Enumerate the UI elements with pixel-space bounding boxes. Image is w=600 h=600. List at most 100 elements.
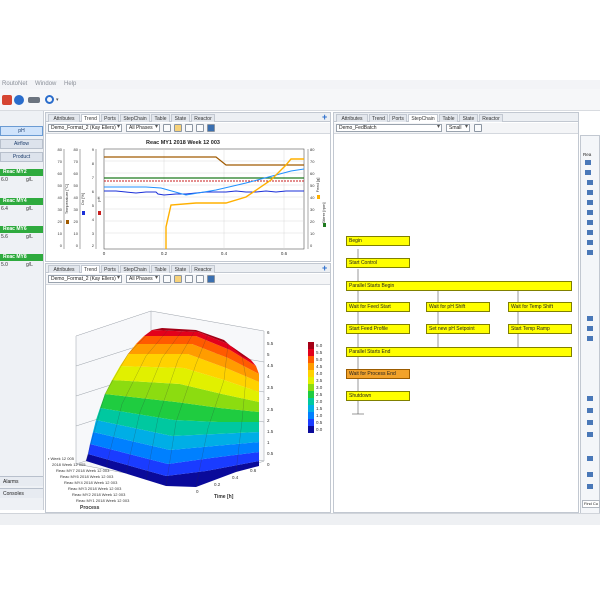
tree-node-icon[interactable] [587,240,593,245]
phases-select[interactable]: All Phases [126,124,160,132]
step-wait-feed[interactable]: Wait for Feed Start [346,302,410,312]
step-start-control[interactable]: Start Control [346,258,410,268]
tree-node-icon[interactable] [587,432,593,437]
folder-icon[interactable] [174,275,182,283]
tab-table[interactable]: Table [439,114,458,122]
nav-airflow-button[interactable]: Airflow [0,139,43,149]
menu-window[interactable]: Window [35,81,56,87]
run-label: Reac MY4 2018 Week 12 003 [64,480,118,485]
export-icon[interactable] [196,124,204,132]
search-dropdown-icon[interactable]: ▾ [56,97,59,103]
tab-state[interactable]: State [171,114,190,122]
legend-value: 1.0 [316,413,323,418]
tree-node-icon[interactable] [587,484,593,489]
tree-node-icon[interactable] [587,200,593,205]
save-icon[interactable] [207,124,215,132]
sensor-card[interactable]: Reac MY4 6.4 g/L [0,198,43,213]
step-wait-temp[interactable]: Wait for Temp Shift [508,302,572,312]
tree-node-icon[interactable] [587,190,593,195]
phases-select[interactable]: All Phases [126,275,160,283]
lock-icon[interactable] [474,124,482,132]
tree-node-icon[interactable] [587,420,593,425]
step-start-feed[interactable]: Start Feed Profile [346,324,410,334]
info-icon[interactable] [14,95,24,105]
step-shutdown[interactable]: Shutdown [346,391,410,401]
tree-node-icon[interactable] [587,336,593,341]
tab-stepchain[interactable]: StepChain [408,114,438,122]
stepchain-select[interactable]: Demo_FedBatch [336,124,442,132]
tree-node-icon[interactable] [587,456,593,461]
tree-node-icon[interactable] [587,230,593,235]
grid-icon[interactable] [185,275,193,283]
tab-stepchain[interactable]: StepChain [120,265,150,273]
step-parallel-begin[interactable]: Parallel Starts Begin [346,281,572,291]
tab-reactor[interactable]: Reactor [191,265,215,273]
z-tick: 5.5 [267,341,274,346]
legend-feed-swatch [317,195,320,199]
tab-table[interactable]: Table [151,114,170,122]
add-tab-icon[interactable]: + [322,264,327,273]
tab-stepchain[interactable]: StepChain [120,114,150,122]
step-set-ph[interactable]: Set new pH Setpoint [426,324,490,334]
step-parallel-end[interactable]: Parallel Starts End [346,347,572,357]
tab-reactor[interactable]: Reactor [479,114,503,122]
save-icon[interactable] [207,275,215,283]
tab-state[interactable]: State [171,265,190,273]
tab-trend[interactable]: Trend [369,114,388,122]
sensor-card[interactable]: Reac MY6 5.6 g/L [0,226,43,241]
menu-app[interactable]: RoutoNet [2,81,27,87]
tree-node-icon[interactable] [587,408,593,413]
tree-node-icon[interactable] [587,180,593,185]
tab-attributes[interactable]: Attributes [48,265,80,273]
run-label: Reac MY6 2018 Week 12 003 [60,474,114,479]
tree-node-icon[interactable] [587,326,593,331]
sort-icon[interactable] [163,275,171,283]
tree-node-icon[interactable] [587,250,593,255]
sensor-card[interactable]: Reac MY8 5.0 g/L [0,254,43,269]
tab-attributes[interactable]: Attributes [336,114,368,122]
format-select[interactable]: Demo_Format_2 (Kay Ellers) [48,124,122,132]
step-wait-ph[interactable]: Wait for pH Shift [426,302,490,312]
menu-help[interactable]: Help [64,81,76,87]
tab-trend[interactable]: Trend [81,265,100,273]
eraser-icon[interactable] [28,97,40,103]
export-icon[interactable] [196,275,204,283]
tree-node-icon[interactable] [585,160,591,165]
format-select[interactable]: Demo_Format_2 (Kay Ellers) [48,275,122,283]
alarms-button[interactable]: Alarms [0,476,43,486]
folder-icon[interactable] [174,124,182,132]
sensor-card[interactable]: Reac MY2 6.0 g/L [0,169,43,184]
tab-state[interactable]: State [459,114,478,122]
tree-node-icon[interactable] [587,316,593,321]
tree-node-icon[interactable] [587,210,593,215]
trend-tabs: Attributes Trend Ports StepChain Table S… [46,113,330,122]
tab-ports[interactable]: Ports [101,265,119,273]
tab-table[interactable]: Table [151,265,170,273]
add-tab-icon[interactable]: + [322,113,327,122]
step-begin[interactable]: Begin [346,236,410,246]
tab-attributes[interactable]: Attributes [48,114,80,122]
find-input[interactable]: Find Cu [582,500,600,508]
tree-node-icon[interactable] [585,170,591,175]
tab-ports[interactable]: Ports [389,114,407,122]
tree-node-icon[interactable] [587,472,593,477]
size-select[interactable]: Small [446,124,470,132]
legend-value: 0.0 [316,427,323,432]
consoles-button[interactable]: Consoles [0,488,43,498]
search-icon[interactable] [45,95,54,104]
nav-ph-button[interactable]: pH [0,126,43,136]
tree-node-icon[interactable] [587,396,593,401]
y-tick: 60 [58,171,63,176]
z-tick: 0 [267,462,270,467]
color-legend: 6.0 5.5 5.0 4.5 4.0 3.5 3.0 2.5 2.0 1.5 … [308,342,323,433]
sort-icon[interactable] [163,124,171,132]
app-icon[interactable] [2,95,12,105]
grid-icon[interactable] [185,124,193,132]
nav-product-button[interactable]: Product [0,152,43,162]
step-start-temp[interactable]: Start Temp Ramp [508,324,572,334]
tab-reactor[interactable]: Reactor [191,114,215,122]
tab-trend[interactable]: Trend [81,114,100,122]
tab-ports[interactable]: Ports [101,114,119,122]
tree-node-icon[interactable] [587,220,593,225]
step-wait-process-end[interactable]: Wait for Process End [346,369,410,379]
